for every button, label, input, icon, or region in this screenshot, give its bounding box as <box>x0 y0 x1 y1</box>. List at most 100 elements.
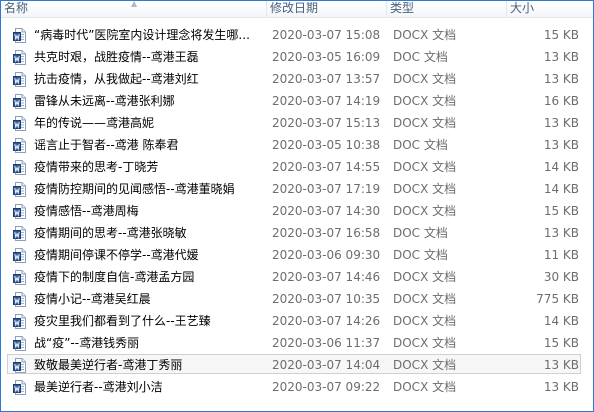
file-name[interactable]: 疫情带来的思考-丁晓芳 <box>34 156 266 178</box>
word-document-icon <box>13 204 26 219</box>
file-row[interactable]: 共克时艰，战胜疫情--鸢港王磊 2020-03-05 16:09 DOC 文档 … <box>1 46 593 68</box>
file-name[interactable]: 最美逆行者--鸢港刘小洁 <box>34 376 266 398</box>
file-name[interactable]: 致敬最美逆行者-鸢港丁秀丽 <box>34 354 266 376</box>
file-modified-date: 2020-03-06 11:37 <box>272 336 381 350</box>
file-row[interactable]: 疫灾里我们都看到了什么--王艺臻 2020-03-07 14:26 DOCX 文… <box>1 310 593 332</box>
file-row[interactable]: 疫情下的制度自信-鸢港孟方园 2020-03-07 14:46 DOCX 文档 … <box>1 266 593 288</box>
file-name[interactable]: 疫情期间停课不停学--鸢港代媛 <box>34 244 266 266</box>
word-document-icon <box>13 72 26 87</box>
word-document-icon <box>13 28 26 43</box>
word-document-icon <box>13 358 26 373</box>
file-size: 30 KB <box>543 270 579 284</box>
file-modified-date: 2020-03-07 15:13 <box>272 116 381 130</box>
file-row[interactable]: 疫情防控期间的见闻感悟--鸢港董晓娟 2020-03-07 17:19 DOCX… <box>1 178 593 200</box>
file-type: DOCX 文档 <box>393 28 457 42</box>
file-row[interactable]: 年的传说——鸢港高妮 2020-03-07 15:13 DOCX 文档 13 K… <box>1 112 593 134</box>
file-name[interactable]: 谣言止于智者--鸢港 陈奉君 <box>34 134 266 156</box>
file-size: 14 KB <box>543 160 579 174</box>
word-document-icon <box>13 50 26 65</box>
file-modified-date: 2020-03-05 10:38 <box>272 138 381 152</box>
file-type: DOCX 文档 <box>393 72 457 86</box>
file-row[interactable]: 最美逆行者--鸢港刘小洁 2020-03-07 09:22 DOCX 文档 13… <box>1 376 593 398</box>
file-row[interactable]: 疫情感悟--鸢港周梅 2020-03-07 14:30 DOCX 文档 15 K… <box>1 200 593 222</box>
file-type: DOCX 文档 <box>393 358 457 372</box>
file-modified-date: 2020-03-07 14:55 <box>272 160 381 174</box>
file-size: 13 KB <box>543 72 579 86</box>
file-name[interactable]: 疫情小记--鸢港吴红晨 <box>34 288 266 310</box>
file-name[interactable]: 疫情感悟--鸢港周梅 <box>34 200 266 222</box>
file-modified-date: 2020-03-07 17:19 <box>272 182 381 196</box>
file-type: DOC 文档 <box>393 50 448 64</box>
file-size: 13 KB <box>543 116 579 130</box>
file-size: 775 KB <box>536 292 579 306</box>
file-modified-date: 2020-03-07 14:26 <box>272 314 381 328</box>
file-row[interactable]: “病毒时代”医院室内设计理念将发生哪... 2020-03-07 15:08 D… <box>1 24 593 46</box>
file-row[interactable]: 抗击疫情，从我做起--鸢港刘红 2020-03-07 13:57 DOCX 文档… <box>1 68 593 90</box>
file-list: “病毒时代”医院室内设计理念将发生哪... 2020-03-07 15:08 D… <box>1 24 593 398</box>
file-size: 13 KB <box>543 380 579 394</box>
file-row[interactable]: 战“疫”--鸢港钱秀丽 2020-03-06 11:37 DOCX 文档 15 … <box>1 332 593 354</box>
file-modified-date: 2020-03-07 14:30 <box>272 204 381 218</box>
file-type: DOCX 文档 <box>393 380 457 394</box>
file-name[interactable]: 疫灾里我们都看到了什么--王艺臻 <box>34 310 266 332</box>
file-modified-date: 2020-03-07 13:57 <box>272 72 381 86</box>
file-name[interactable]: 疫情防控期间的见闻感悟--鸢港董晓娟 <box>34 178 266 200</box>
file-modified-date: 2020-03-06 09:30 <box>272 248 381 262</box>
file-name[interactable]: 雷锋从未远离--鸢港张利娜 <box>34 90 266 112</box>
file-size: 13 KB <box>543 50 579 64</box>
file-name[interactable]: 战“疫”--鸢港钱秀丽 <box>34 332 266 354</box>
file-modified-date: 2020-03-07 14:19 <box>272 94 381 108</box>
file-list-window: ▲ 名称 修改日期 类型 大小 “病毒时代”医院室内设计理念将发生哪... 20… <box>0 0 594 412</box>
word-document-icon <box>13 94 26 109</box>
file-type: DOCX 文档 <box>393 116 457 130</box>
file-size: 15 KB <box>543 336 579 350</box>
file-size: 14 KB <box>543 182 579 196</box>
file-row[interactable]: 致敬最美逆行者-鸢港丁秀丽 2020-03-07 14:04 DOCX 文档 1… <box>1 354 593 376</box>
file-size: 13 KB <box>543 138 579 152</box>
word-document-icon <box>13 270 26 285</box>
file-name[interactable]: 抗击疫情，从我做起--鸢港刘红 <box>34 68 266 90</box>
column-header-name[interactable]: 名称 <box>1 1 267 17</box>
file-name[interactable]: “病毒时代”医院室内设计理念将发生哪... <box>34 24 266 46</box>
file-size: 15 KB <box>543 204 579 218</box>
file-name[interactable]: 疫情期间的思考--鸢港张晓敏 <box>34 222 266 244</box>
file-modified-date: 2020-03-07 10:35 <box>272 292 381 306</box>
file-type: DOCX 文档 <box>393 204 457 218</box>
word-document-icon <box>13 248 26 263</box>
file-type: DOCX 文档 <box>393 336 457 350</box>
word-document-icon <box>13 116 26 131</box>
file-modified-date: 2020-03-07 14:04 <box>272 358 381 372</box>
file-type: DOC 文档 <box>393 248 448 262</box>
file-modified-date: 2020-03-07 16:58 <box>272 226 381 240</box>
file-type: DOC 文档 <box>393 138 448 152</box>
word-document-icon <box>13 314 26 329</box>
file-size: 11 KB <box>543 248 579 262</box>
word-document-icon <box>13 160 26 175</box>
file-row[interactable]: 疫情期间停课不停学--鸢港代媛 2020-03-06 09:30 DOC 文档 … <box>1 244 593 266</box>
file-row[interactable]: 疫情期间的思考--鸢港张晓敏 2020-03-07 16:58 DOC 文档 1… <box>1 222 593 244</box>
column-header-bar: ▲ 名称 修改日期 类型 大小 <box>1 1 593 18</box>
file-modified-date: 2020-03-05 16:09 <box>272 50 381 64</box>
column-header-type[interactable]: 类型 <box>387 1 507 17</box>
word-document-icon <box>13 138 26 153</box>
file-type: DOC 文档 <box>393 226 448 240</box>
word-document-icon <box>13 182 26 197</box>
word-document-icon <box>13 380 26 395</box>
file-size: 13 KB <box>543 226 579 240</box>
file-type: DOCX 文档 <box>393 182 457 196</box>
file-name[interactable]: 疫情下的制度自信-鸢港孟方园 <box>34 266 266 288</box>
file-name[interactable]: 共克时艰，战胜疫情--鸢港王磊 <box>34 46 266 68</box>
word-document-icon <box>13 226 26 241</box>
file-type: DOCX 文档 <box>393 270 457 284</box>
file-size: 15 KB <box>543 28 579 42</box>
file-row[interactable]: 谣言止于智者--鸢港 陈奉君 2020-03-05 10:38 DOC 文档 1… <box>1 134 593 156</box>
file-row[interactable]: 雷锋从未远离--鸢港张利娜 2020-03-07 14:19 DOCX 文档 1… <box>1 90 593 112</box>
column-header-date[interactable]: 修改日期 <box>267 1 387 17</box>
file-name[interactable]: 年的传说——鸢港高妮 <box>34 112 266 134</box>
file-row[interactable]: 疫情小记--鸢港吴红晨 2020-03-07 10:35 DOCX 文档 775… <box>1 288 593 310</box>
word-document-icon <box>13 336 26 351</box>
column-header-size[interactable]: 大小 <box>507 1 593 17</box>
file-modified-date: 2020-03-07 14:46 <box>272 270 381 284</box>
file-row[interactable]: 疫情带来的思考-丁晓芳 2020-03-07 14:55 DOCX 文档 14 … <box>1 156 593 178</box>
file-type: DOCX 文档 <box>393 292 457 306</box>
